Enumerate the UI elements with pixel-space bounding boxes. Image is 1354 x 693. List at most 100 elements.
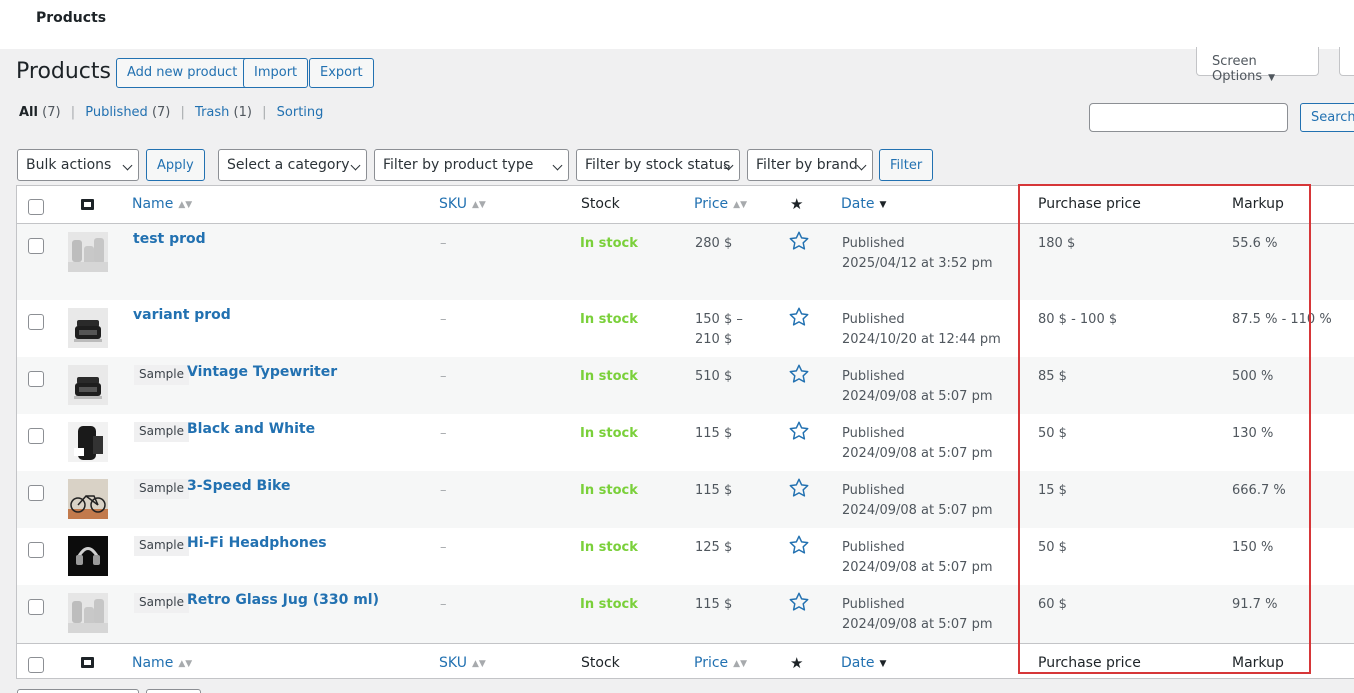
sort-arrows-icon: ▲▼	[178, 200, 193, 210]
stock-status: In stock	[580, 597, 638, 612]
view-published-link[interactable]: Published	[85, 105, 148, 120]
table-row: variant prod – In stock 150 $ – 210 $ Publish…	[17, 300, 1354, 357]
product-thumbnail[interactable]	[68, 365, 108, 405]
product-thumbnail[interactable]	[68, 593, 108, 633]
help-tab-button[interactable]	[1339, 47, 1354, 76]
sort-arrows-icon: ▲▼	[471, 200, 486, 210]
sort-desc-icon: ▼	[879, 200, 887, 210]
star-icon[interactable]	[788, 363, 810, 385]
product-price: 115 $	[695, 595, 732, 615]
column-sku[interactable]: SKU ▲▼	[439, 655, 486, 671]
markup-value: 55.6 %	[1232, 236, 1278, 251]
column-date[interactable]: Date ▼	[841, 196, 886, 212]
star-icon[interactable]	[788, 591, 810, 613]
product-thumbnail[interactable]	[68, 422, 108, 462]
star-icon[interactable]: ★	[790, 195, 803, 213]
product-date: Published 2024/09/08 at 5:07 pm	[842, 424, 993, 464]
column-sku[interactable]: SKU ▲▼	[439, 196, 486, 212]
view-sorting-link[interactable]: Sorting	[277, 105, 324, 120]
column-price[interactable]: Price ▲▼	[694, 655, 747, 671]
row-checkbox[interactable]	[28, 485, 44, 501]
star-icon[interactable]	[788, 230, 810, 252]
product-name-link[interactable]: test prod	[133, 231, 206, 247]
product-name-link[interactable]: variant prod	[133, 307, 231, 323]
star-icon[interactable]	[788, 306, 810, 328]
chevron-down-icon	[856, 160, 867, 171]
row-checkbox[interactable]	[28, 428, 44, 444]
table-row: Sample Hi-Fi Headphones – In stock 125 $ Publ…	[17, 528, 1354, 585]
export-button[interactable]: Export	[309, 58, 374, 88]
select-all-checkbox[interactable]	[28, 657, 44, 673]
star-icon[interactable]	[788, 420, 810, 442]
product-date: Published 2024/09/08 at 5:07 pm	[842, 538, 993, 578]
column-stock: Stock	[581, 196, 620, 212]
screen-options-label: Screen Options	[1212, 54, 1263, 84]
star-icon[interactable]	[788, 534, 810, 556]
purchase-price: 15 $	[1038, 483, 1067, 498]
add-new-product-button[interactable]: Add new product	[116, 58, 249, 88]
filter-button[interactable]: Filter	[879, 149, 934, 181]
chevron-down-icon	[350, 160, 361, 171]
top-bar: Products	[0, 0, 1354, 49]
product-thumbnail[interactable]	[68, 479, 108, 519]
image-icon	[81, 657, 94, 668]
product-name-link[interactable]: Black and White	[187, 421, 315, 437]
product-type-value: Filter by product type	[383, 157, 534, 173]
view-trash-link[interactable]: Trash	[195, 105, 229, 120]
price-line-1: 150 $ –	[695, 312, 743, 327]
markup-value: 87.5 % - 110 %	[1232, 312, 1332, 327]
sample-badge: Sample	[134, 593, 189, 613]
apply-button-bottom[interactable]	[146, 689, 201, 693]
apply-button[interactable]: Apply	[146, 149, 205, 181]
product-name-link[interactable]: 3-Speed Bike	[187, 478, 290, 494]
search-input[interactable]	[1089, 103, 1288, 132]
product-sku: –	[440, 312, 447, 327]
column-price[interactable]: Price ▲▼	[694, 196, 747, 212]
product-sku: –	[440, 369, 447, 384]
column-purchase-price: Purchase price	[1038, 196, 1141, 212]
product-thumbnail[interactable]	[68, 232, 108, 272]
product-date: Published 2024/09/08 at 5:07 pm	[842, 367, 993, 407]
row-checkbox[interactable]	[28, 238, 44, 254]
view-trash-count: (1)	[233, 105, 252, 120]
category-select[interactable]: Select a category	[218, 149, 367, 181]
row-checkbox[interactable]	[28, 599, 44, 615]
product-sku: –	[440, 597, 447, 612]
product-price: 150 $ – 210 $	[695, 310, 743, 350]
import-button[interactable]: Import	[243, 58, 309, 88]
product-name-link[interactable]: Vintage Typewriter	[187, 364, 337, 380]
star-icon[interactable]	[788, 477, 810, 499]
product-type-select[interactable]: Filter by product type	[374, 149, 569, 181]
row-checkbox[interactable]	[28, 314, 44, 330]
brand-select[interactable]: Filter by brand	[747, 149, 873, 181]
star-icon[interactable]: ★	[790, 654, 803, 672]
stock-status-value: Filter by stock status	[585, 157, 731, 173]
stock-status: In stock	[580, 369, 638, 384]
column-sku-label: SKU	[439, 655, 467, 671]
product-thumbnail[interactable]	[68, 536, 108, 576]
markup-value: 500 %	[1232, 369, 1274, 384]
search-button[interactable]: Search	[1300, 103, 1354, 132]
bulk-actions-select[interactable]: Bulk actions	[17, 149, 139, 181]
screen-options-button[interactable]: Screen Options ▼	[1196, 47, 1319, 84]
row-checkbox[interactable]	[28, 371, 44, 387]
product-thumbnail[interactable]	[68, 308, 108, 348]
column-name[interactable]: Name ▲▼	[132, 196, 192, 212]
view-all-link[interactable]: All	[19, 105, 38, 120]
table-footer: Name ▲▼ SKU ▲▼ Stock Price ▲▼ ★ Date ▼ Purch…	[17, 643, 1354, 681]
price-line-1: 510 $	[695, 369, 733, 384]
stock-status-select[interactable]: Filter by stock status	[576, 149, 740, 181]
product-sku: –	[440, 483, 447, 498]
product-name-link[interactable]: Hi-Fi Headphones	[187, 535, 327, 551]
date-value: 2024/09/08 at 5:07 pm	[842, 617, 993, 632]
select-all-checkbox[interactable]	[28, 199, 44, 215]
markup-value: 130 %	[1232, 426, 1274, 441]
column-name[interactable]: Name ▲▼	[132, 655, 192, 671]
sample-badge: Sample	[134, 422, 189, 442]
sample-badge: Sample	[134, 536, 189, 556]
date-status: Published	[842, 597, 905, 612]
row-checkbox[interactable]	[28, 542, 44, 558]
product-name-link[interactable]: Retro Glass Jug (330 ml)	[187, 592, 379, 608]
column-date[interactable]: Date ▼	[841, 655, 886, 671]
bulk-actions-select-bottom[interactable]	[17, 689, 139, 693]
